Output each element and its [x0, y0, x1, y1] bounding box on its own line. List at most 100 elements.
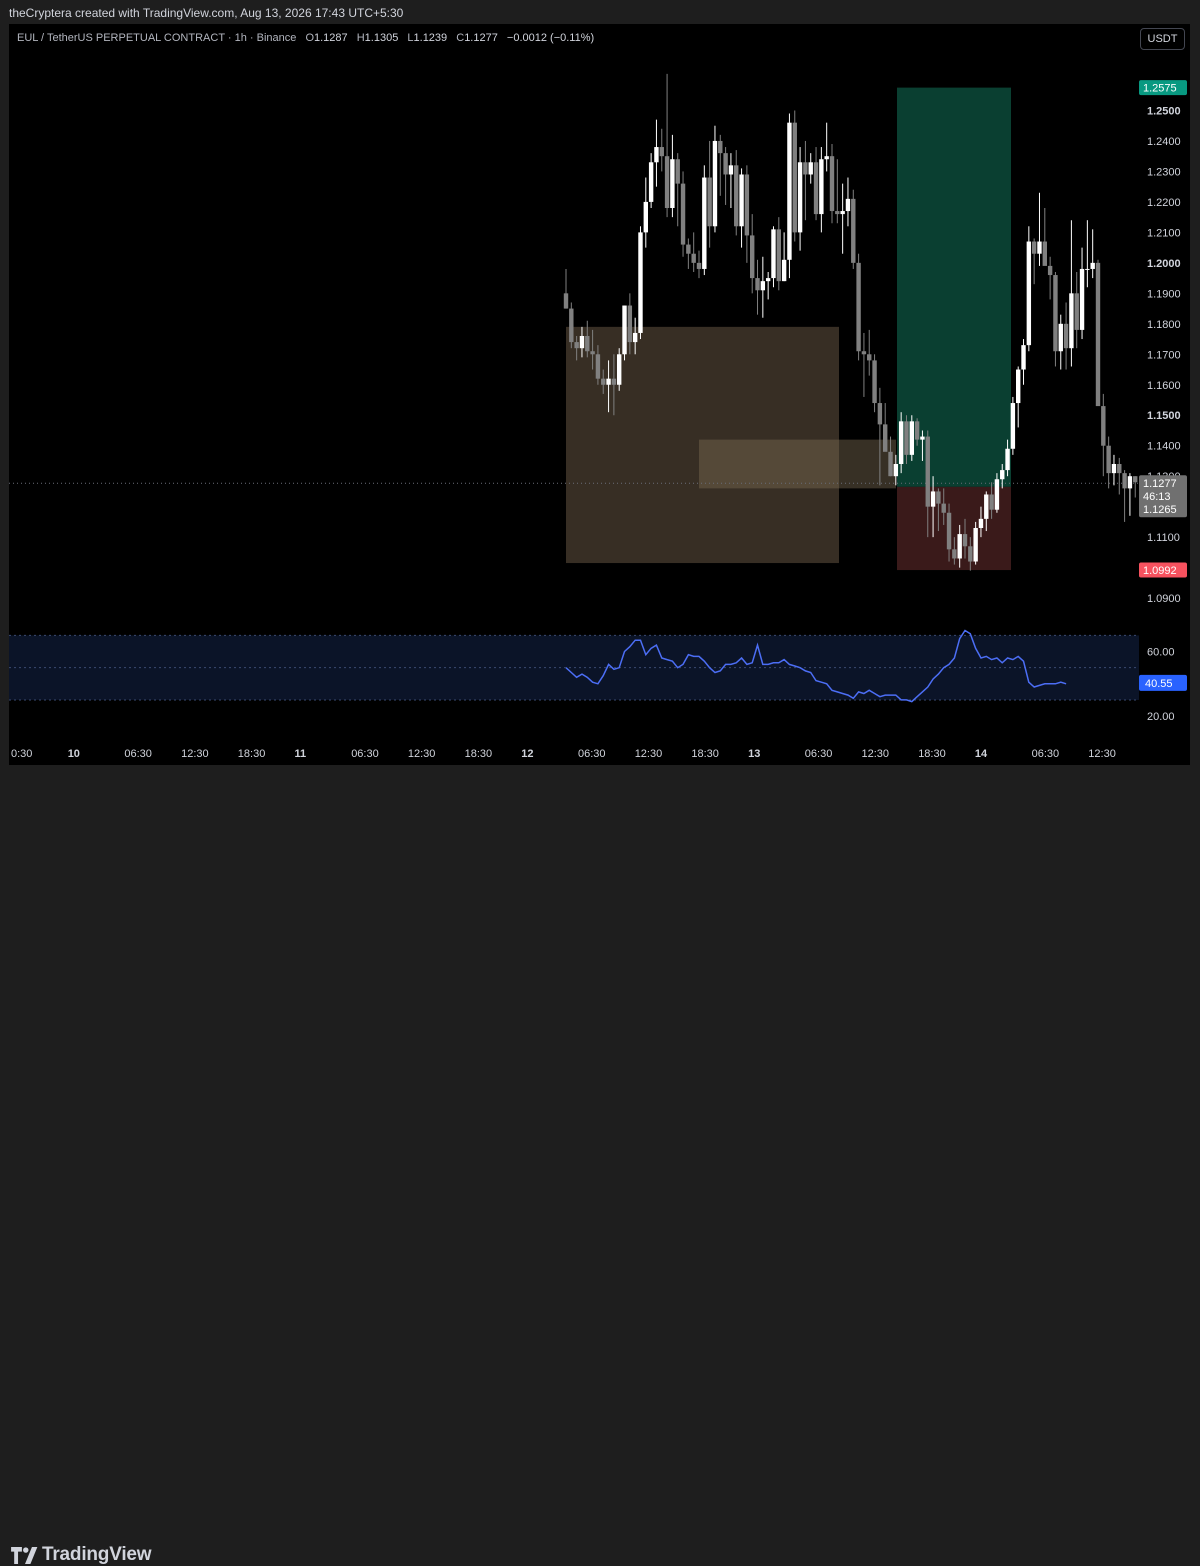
candle-body	[654, 147, 659, 163]
candle-body	[792, 122, 797, 233]
candle-body	[856, 262, 861, 352]
candle-body	[632, 332, 638, 343]
price-axis-tick: 1.1100	[1147, 532, 1180, 544]
candle-body	[920, 436, 925, 440]
time-axis-tick: 18:30	[465, 748, 493, 760]
candle-body	[670, 159, 675, 208]
candle-body	[968, 546, 973, 562]
candle-body	[973, 528, 978, 562]
candle-body	[803, 162, 808, 175]
time-axis-tick: 18:30	[691, 748, 719, 760]
candle-body	[1085, 268, 1090, 270]
price-chart[interactable]: 1.2500 1.2400 1.2300 1.2200 1.2100 1.2000 1.19…	[9, 24, 1190, 765]
candle-body	[1111, 464, 1117, 474]
candle-body	[563, 293, 569, 309]
take-profit-label: 1.2575	[1143, 83, 1177, 95]
candle-body	[712, 140, 718, 227]
candle-body	[1122, 473, 1127, 489]
stop-loss-label: 1.0992	[1143, 565, 1177, 577]
rsi-current-label: 40.55	[1145, 678, 1173, 690]
chart-area[interactable]: 1.2500 1.2400 1.2300 1.2200 1.2100 1.2000 1.19…	[9, 24, 1190, 765]
time-axis-tick: 06:30	[351, 748, 379, 760]
candle-body	[946, 512, 952, 550]
tradingview-logo-text: TradingView	[42, 1544, 152, 1565]
candle-body	[957, 534, 962, 559]
change-value: −0.0012 (−0.11%)	[506, 32, 595, 44]
candle-body	[1117, 464, 1122, 474]
price-axis-tick: 1.2100	[1147, 227, 1181, 239]
candle-body	[579, 336, 585, 349]
time-axis-tick: 18:30	[918, 748, 946, 760]
price-axis-tick: 1.1700	[1147, 349, 1181, 361]
candle-body	[883, 424, 888, 452]
candle-body	[840, 211, 845, 215]
candle-body	[797, 162, 803, 233]
open-label: O	[305, 32, 314, 44]
footer: TradingView	[0, 765, 1200, 1565]
time-axis-tick: 06:30	[1032, 748, 1060, 760]
candle-body	[941, 503, 946, 513]
candle-body	[867, 354, 872, 361]
take-profit-zone	[897, 87, 1011, 487]
candle-body	[638, 232, 643, 333]
price-axis-tick: 1.2200	[1147, 197, 1181, 209]
candle-body	[808, 162, 813, 175]
candle-body	[1063, 323, 1069, 349]
entry-price-label: 1.1265	[1143, 504, 1177, 516]
candle-body	[643, 201, 648, 233]
candle-body	[1016, 369, 1021, 404]
tradingview-logo-icon	[11, 1547, 38, 1564]
candle-body	[984, 494, 989, 519]
candle-body	[1047, 265, 1053, 276]
candle-body	[601, 378, 606, 385]
time-axis-tick: 12:30	[635, 748, 663, 760]
symbol-title: EUL / TetherUS PERPETUAL CONTRACT · 1h ·…	[17, 32, 297, 44]
candle-body	[744, 174, 750, 236]
candle-body	[750, 235, 755, 279]
time-axis-tick: 12:30	[1088, 748, 1116, 760]
time-axis-tick: 10	[68, 748, 80, 760]
time-axis-tick: 0:30	[11, 748, 32, 760]
candle-body	[952, 549, 957, 559]
price-axis-tick: 1.2300	[1147, 166, 1181, 178]
candle-body	[888, 451, 893, 477]
candle-body	[829, 156, 835, 212]
entry-zone	[699, 439, 896, 489]
candle-body	[1074, 293, 1079, 330]
candle-body	[819, 159, 824, 215]
time-axis-tick: 12	[521, 748, 533, 760]
candle-body	[1127, 476, 1133, 489]
top-bar: theCryptera created with TradingView.com…	[0, 0, 1200, 24]
currency-button[interactable]: USDT	[1140, 28, 1185, 50]
candle-body	[659, 147, 664, 157]
price-axis-tick: 1.2000	[1147, 258, 1181, 270]
countdown-label: 46:13	[1143, 491, 1171, 503]
candle-body	[707, 177, 712, 227]
candle-body	[898, 421, 904, 464]
candle-body	[606, 378, 611, 385]
candle-body	[989, 494, 994, 510]
candle-body	[1069, 293, 1074, 349]
candle-body	[1079, 268, 1085, 330]
candle-body	[861, 351, 867, 355]
candle-body	[675, 159, 680, 184]
candle-body	[718, 140, 723, 154]
candle-body	[702, 177, 707, 269]
candle-body	[1010, 403, 1016, 449]
candle-body	[893, 464, 899, 477]
candle-body	[930, 491, 936, 507]
time-axis-tick: 06:30	[578, 748, 606, 760]
candle-body	[585, 336, 590, 352]
price-axis-tick: 1.0900	[1147, 593, 1181, 605]
candle-body	[728, 165, 734, 175]
time-axis-tick: 12:30	[181, 748, 209, 760]
candle-body	[611, 378, 617, 385]
candle-body	[851, 198, 856, 263]
close-value: 1.1277	[464, 32, 498, 44]
candle-body	[696, 262, 702, 269]
candle-body	[569, 308, 574, 343]
candle-body	[813, 162, 819, 215]
price-axis-tick: 1.2500	[1147, 105, 1181, 117]
candle-body	[622, 305, 627, 355]
candle-body	[835, 211, 840, 215]
